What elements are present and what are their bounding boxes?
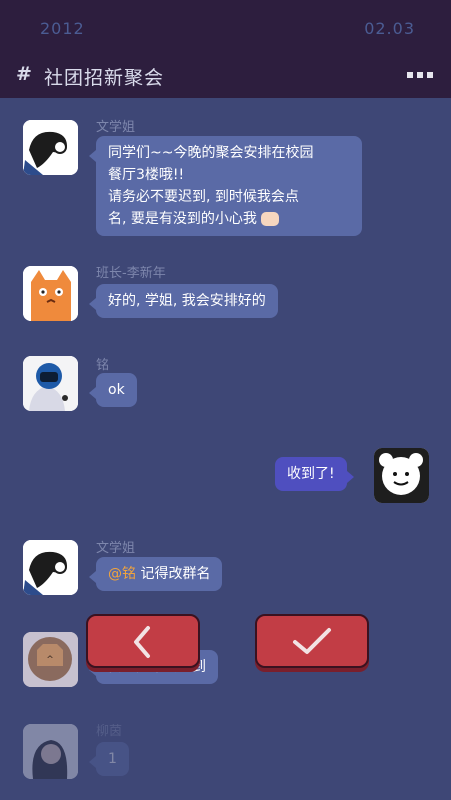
- message-line: 同学们~~今晚的聚会安排在校园: [108, 145, 314, 161]
- message-line: 请务必不要迟到, 到时候我会点: [108, 189, 299, 205]
- sender-name: 文学姐: [96, 541, 136, 556]
- sender-name: 文学姐: [96, 120, 136, 135]
- chat-area[interactable]: 文学姐 同学们~~今晚的聚会安排在校园 餐厅3楼哦!! 请务必不要迟到, 到时候…: [0, 98, 451, 800]
- avatar-banzhang[interactable]: [23, 266, 78, 321]
- avatar-self[interactable]: [374, 448, 429, 503]
- date-label: 02.03: [364, 19, 415, 38]
- message-bubble: 同学们~~今晚的聚会安排在校园 餐厅3楼哦!! 请务必不要迟到, 到时候我会点 …: [89, 136, 362, 236]
- mention-tag[interactable]: @铭: [108, 566, 136, 582]
- back-button[interactable]: [86, 614, 200, 668]
- avatar-wenxuejie[interactable]: [23, 540, 78, 595]
- sender-name: 铭: [96, 358, 110, 373]
- message-line: 餐厅3楼哦!!: [108, 167, 185, 183]
- chat-header: # 社团招新聚会: [0, 58, 451, 98]
- status-bar: 2012 02.03: [0, 0, 451, 58]
- message-bubble-self: 收到了!: [275, 457, 354, 491]
- sender-name: 班长-李新年: [96, 266, 166, 281]
- fist-emoji-icon: [260, 212, 279, 226]
- confirm-button[interactable]: [255, 614, 369, 668]
- group-title: 社团招新聚会: [44, 67, 165, 89]
- svg-text:^: ^: [46, 655, 54, 665]
- message-bubble: @铭 记得改群名: [88, 557, 223, 591]
- avatar-ming[interactable]: [23, 356, 78, 411]
- year-label: 2012: [40, 19, 85, 38]
- message-line: 名, 要是有没到的小心我: [108, 208, 350, 230]
- more-options-icon[interactable]: [407, 72, 433, 78]
- chevron-left-icon: [134, 626, 150, 658]
- avatar-wenxuejie[interactable]: [23, 120, 78, 175]
- message-bubble: 1: [89, 742, 129, 776]
- message-bubble: ok: [89, 373, 137, 407]
- avatar-cat[interactable]: ^: [23, 632, 78, 687]
- sender-name: 柳茵: [96, 724, 123, 739]
- avatar-liuyin[interactable]: [23, 724, 78, 779]
- check-icon: [293, 628, 331, 654]
- hash-icon: #: [16, 63, 32, 85]
- message-bubble: 好的, 学姐, 我会安排好的: [89, 284, 278, 318]
